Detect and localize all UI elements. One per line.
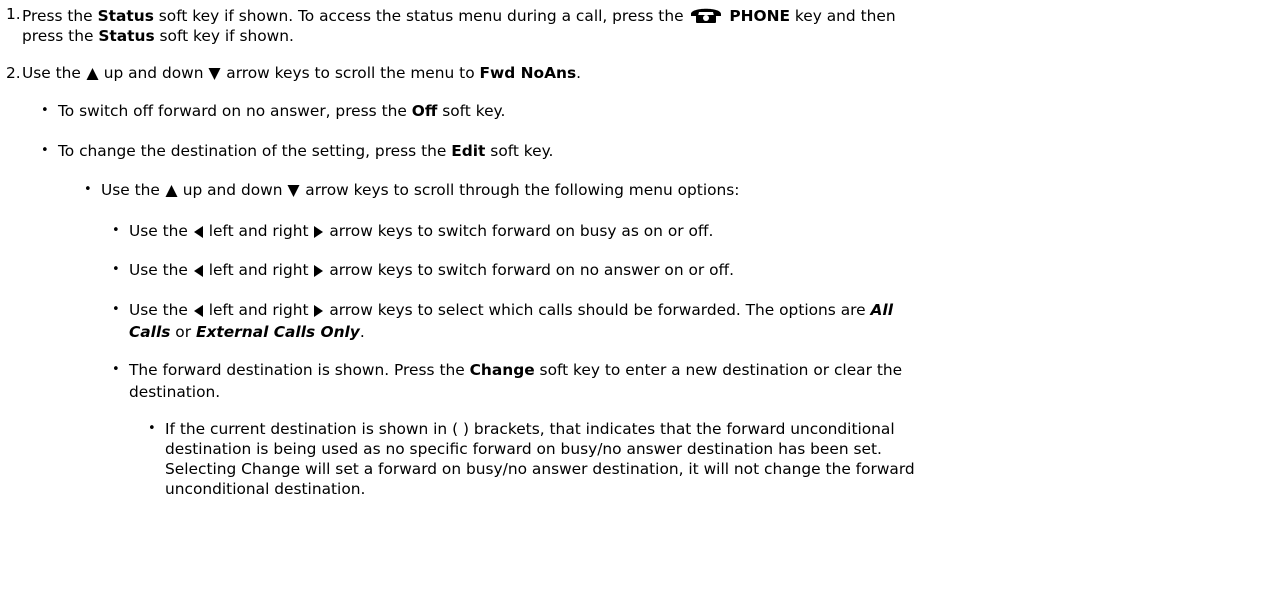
bullet-dot: • (112, 362, 120, 377)
step-2: 2. Use the up and down arrow keys to scr… (6, 63, 1276, 85)
arrow-down-icon (208, 68, 221, 80)
bullet-line-2: destination is being used as no specific… (165, 440, 882, 458)
bullet-dot: • (112, 223, 120, 238)
arrow-up-icon (165, 185, 178, 197)
bullet-item: • Use the up and down arrow keys to scro… (84, 181, 740, 199)
bullet-dot: • (41, 143, 49, 158)
phone-key-icon (691, 8, 722, 23)
arrow-down-icon (287, 185, 300, 197)
bullet-item: • To change the destination of the setti… (41, 142, 554, 160)
option-all: All (870, 301, 893, 319)
bullet-line-1: The forward destination is shown. Press … (129, 361, 903, 379)
option-external-calls-only: External Calls Only (195, 323, 360, 341)
step-number: 2. (6, 64, 21, 82)
bullet-dot: • (84, 182, 92, 197)
status-keyword-2: Status (98, 27, 155, 45)
bullet-line-1: If the current destination is shown in (… (165, 420, 895, 438)
bullet-item: • To switch off forward on no answer, pr… (41, 102, 506, 120)
step-number: 1. (6, 5, 21, 23)
change-keyword: Change (469, 361, 535, 379)
arrow-left-icon (193, 265, 203, 277)
bullet-item: • The forward destination is shown. Pres… (112, 360, 1269, 402)
arrow-right-icon (314, 265, 324, 277)
fwd-noans-keyword: Fwd NoAns (479, 64, 577, 82)
bullet-dot: • (41, 103, 49, 118)
step-1: 1. Press the Status soft key if shown. T… (6, 4, 1276, 48)
bullet-line-4: unconditional destination. (165, 480, 366, 498)
step-1-line-2: press the Status soft key if shown. (22, 27, 294, 45)
bullet-line-2: Calls or External Calls Only. (129, 323, 365, 341)
edit-keyword: Edit (451, 142, 486, 160)
arrow-right-icon (314, 305, 324, 317)
status-keyword: Status (97, 7, 154, 25)
step-1-line-1: Press the Status soft key if shown. To a… (22, 4, 896, 26)
bullet-dot: • (112, 262, 120, 277)
arrow-left-icon (193, 305, 203, 317)
bullet-dot: • (112, 302, 120, 317)
bullet-line-2: destination. (129, 383, 221, 401)
arrow-up-icon (86, 68, 99, 80)
bullet-item: • Use the left and right arrow keys to s… (112, 300, 1269, 342)
arrow-left-icon (193, 226, 203, 238)
arrow-right-icon (314, 226, 324, 238)
bullet-item: • If the current destination is shown in… (148, 419, 1275, 499)
step-2-text: Use the up and down arrow keys to scroll… (22, 64, 582, 82)
bullet-item: • Use the left and right arrow keys to s… (112, 261, 735, 279)
bullet-item: • Use the left and right arrow keys to s… (112, 222, 714, 240)
help-page: 1. Press the Status soft key if shown. T… (0, 0, 1280, 592)
bullet-dot: • (148, 421, 156, 436)
bullet-line-1: Use the left and right arrow keys to sel… (129, 301, 893, 319)
phone-keyword: PHONE (729, 7, 791, 25)
off-keyword: Off (411, 102, 438, 120)
bullet-line-3: Selecting Change will set a forward on b… (165, 460, 915, 478)
option-calls: Calls (129, 323, 171, 341)
